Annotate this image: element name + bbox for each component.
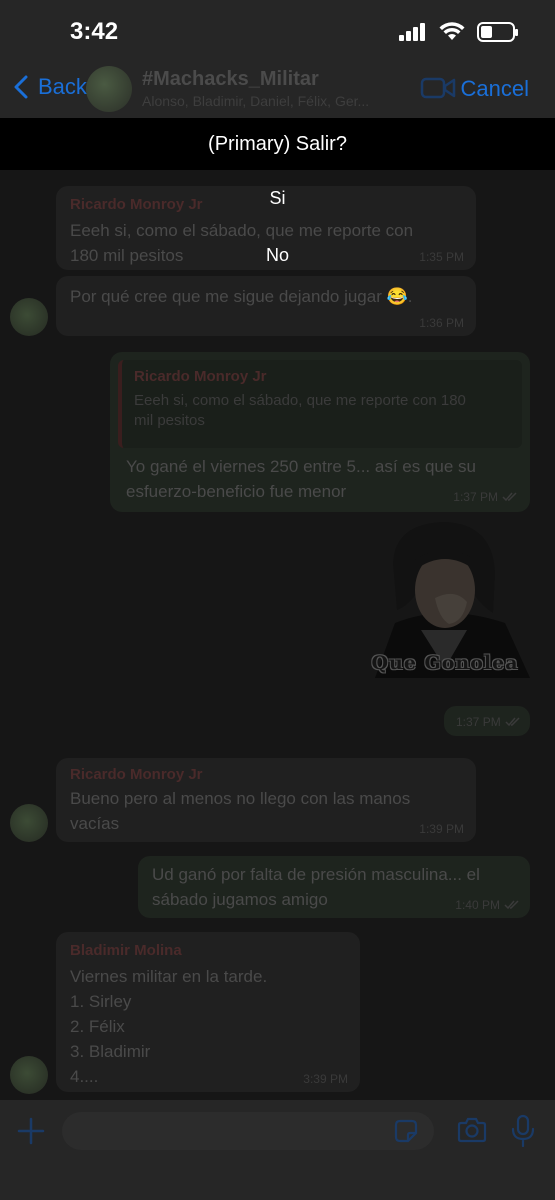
back-button[interactable]: Back xyxy=(14,74,87,100)
message-bubble-incoming[interactable]: Ricardo Monroy Jr Bueno pero al menos no… xyxy=(56,758,476,842)
status-time: 3:42 xyxy=(70,18,119,45)
read-receipt-icon xyxy=(502,492,517,502)
cancel-button[interactable]: Cancel xyxy=(461,76,529,102)
sender-avatar[interactable] xyxy=(10,804,48,842)
message-sender: Bladimir Molina xyxy=(70,942,182,959)
group-members: Alonso, Bladimir, Daniel, Félix, Ger... xyxy=(142,93,370,109)
status-icons xyxy=(399,22,518,42)
sender-avatar[interactable] xyxy=(10,1056,48,1094)
group-title[interactable]: #Machacks_Militar xyxy=(142,68,319,91)
message-time: 1:40 PM xyxy=(455,898,520,912)
action-option-no[interactable]: No xyxy=(0,245,555,266)
message-text: Ud ganó por falta de presión masculina..… xyxy=(152,865,480,909)
message-text: Yo gané el viernes 250 entre 5... así es… xyxy=(126,457,477,501)
wifi-icon xyxy=(439,22,465,40)
message-text: Viernes militar en la tarde. 1. Sirley 2… xyxy=(70,967,268,1086)
battery-icon xyxy=(477,22,518,42)
message-bubble-incoming[interactable]: Por qué cree que me sigue dejando jugar … xyxy=(56,276,476,336)
message-bubble-outgoing[interactable]: Ud ganó por falta de presión masculina..… xyxy=(138,856,530,918)
message-time: 1:36 PM xyxy=(419,316,464,330)
group-avatar[interactable] xyxy=(86,66,132,112)
action-sheet-title: (Primary) Salir? xyxy=(0,118,555,170)
video-call-icon[interactable] xyxy=(420,76,456,100)
message-bubble-outgoing[interactable]: Ricardo Monroy Jr Eeeh si, como el sábad… xyxy=(110,352,530,512)
message-time: 3:39 PM xyxy=(303,1072,348,1086)
signal-icon xyxy=(399,23,425,41)
message-text: Bueno pero al menos no llego con las man… xyxy=(70,789,411,833)
sticker-time-pill: 1:37 PM xyxy=(444,706,530,736)
message-input[interactable] xyxy=(62,1112,434,1150)
quoted-sender: Ricardo Monroy Jr xyxy=(134,368,267,385)
message-time: 1:37 PM xyxy=(453,490,518,504)
read-receipt-icon xyxy=(505,717,520,727)
chat-header: Back #Machacks_Militar Alonso, Bladimir,… xyxy=(0,62,555,118)
message-sender: Ricardo Monroy Jr xyxy=(70,766,203,783)
message-text: Por qué cree que me sigue dejando jugar … xyxy=(70,287,413,306)
microphone-icon[interactable] xyxy=(510,1114,536,1148)
message-time: 1:39 PM xyxy=(419,822,464,836)
action-option-si[interactable]: Si xyxy=(0,188,555,209)
chevron-left-icon xyxy=(14,75,28,99)
chat-area: Ricardo Monroy Jr Eeeh si, como el sábad… xyxy=(0,170,555,1100)
plus-icon[interactable] xyxy=(16,1116,46,1146)
camera-icon[interactable] xyxy=(456,1116,488,1144)
sticker-image[interactable]: Que Gonolea xyxy=(355,518,535,678)
sender-avatar[interactable] xyxy=(10,298,48,336)
sticker-icon[interactable] xyxy=(392,1117,420,1145)
sticker-caption: Que Gonolea xyxy=(371,652,519,674)
back-label: Back xyxy=(38,74,87,99)
message-input-bar xyxy=(0,1100,555,1200)
message-bubble-incoming[interactable]: Bladimir Molina Viernes militar en la ta… xyxy=(56,932,360,1092)
quoted-message[interactable]: Ricardo Monroy Jr Eeeh si, como el sábad… xyxy=(118,360,522,448)
quoted-text: Eeeh si, como el sábado, que me reporte … xyxy=(134,392,466,429)
status-bar: 3:42 xyxy=(0,0,555,62)
read-receipt-icon xyxy=(504,900,519,910)
